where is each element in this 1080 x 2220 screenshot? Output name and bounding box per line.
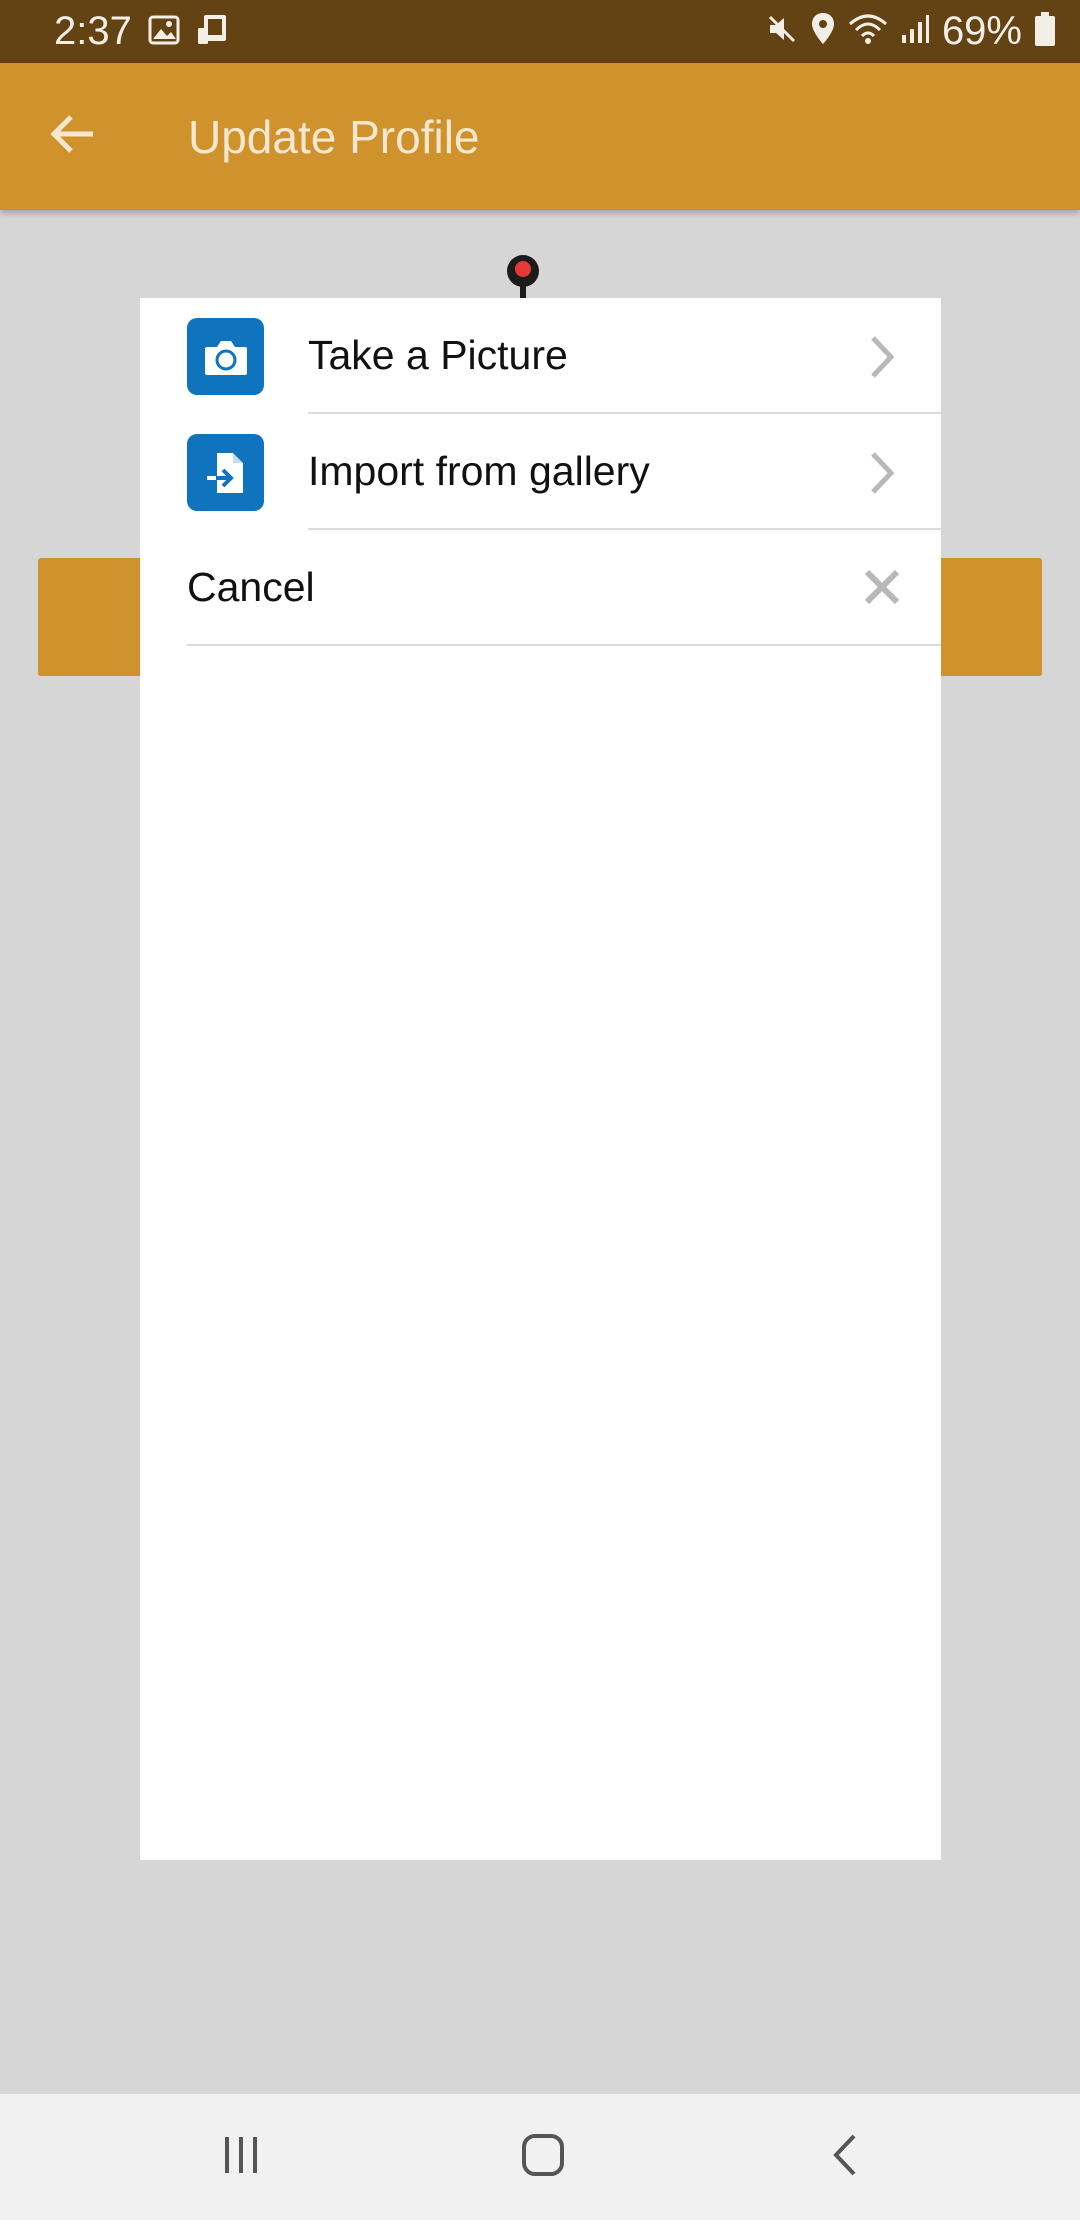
chevron-right-icon xyxy=(867,450,897,496)
signal-icon xyxy=(900,13,930,50)
profile-pin-icon xyxy=(502,254,544,300)
recent-apps-icon xyxy=(219,2133,263,2182)
back-icon xyxy=(830,2132,860,2183)
device-icon xyxy=(196,14,230,51)
cancel-option[interactable]: Cancel xyxy=(140,530,941,646)
mute-icon xyxy=(766,13,798,50)
camera-icon xyxy=(187,318,264,395)
import-gallery-option[interactable]: Import from gallery xyxy=(140,414,941,530)
image-icon xyxy=(148,15,180,50)
close-icon xyxy=(863,568,901,606)
divider xyxy=(187,644,941,646)
chevron-right-icon xyxy=(867,334,897,380)
import-file-icon xyxy=(187,434,264,511)
home-icon xyxy=(520,2132,566,2183)
arrow-left-icon xyxy=(49,114,97,159)
photo-source-dialog: Take a Picture Import from gallery Cance… xyxy=(140,298,941,1860)
system-nav-bar xyxy=(0,2094,1080,2220)
import-gallery-label: Import from gallery xyxy=(308,448,650,494)
take-picture-option[interactable]: Take a Picture xyxy=(140,298,941,414)
home-button[interactable] xyxy=(508,2122,578,2192)
status-time: 2:37 xyxy=(54,9,132,53)
cancel-label: Cancel xyxy=(187,564,315,610)
page-title: Update Profile xyxy=(188,111,480,163)
app-bar: Update Profile xyxy=(0,63,1080,210)
recent-apps-button[interactable] xyxy=(206,2122,276,2192)
status-bar: 2:37 69% xyxy=(0,0,1080,63)
battery-percent: 69% xyxy=(941,9,1022,53)
wifi-icon xyxy=(848,12,888,51)
take-picture-label: Take a Picture xyxy=(308,332,568,378)
back-button[interactable] xyxy=(40,103,106,169)
nav-back-button[interactable] xyxy=(810,2122,880,2192)
location-icon xyxy=(810,12,836,51)
battery-icon xyxy=(1034,11,1056,52)
